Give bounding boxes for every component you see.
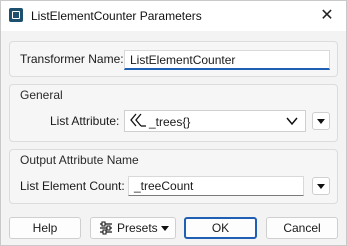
list-element-count-input[interactable]: _treeCount <box>128 176 304 196</box>
parameters-dialog: ListElementCounter Parameters ✕ Transfor… <box>0 0 347 246</box>
list-element-count-label: List Element Count: <box>20 179 125 193</box>
presets-button[interactable]: Presets <box>90 217 176 239</box>
presets-sliders-icon <box>100 221 112 235</box>
list-attribute-icon <box>130 113 146 127</box>
general-group: General List Attribute: _trees{} <box>9 84 338 142</box>
dropdown-arrow-icon <box>317 184 325 189</box>
transformer-name-input[interactable]: ListElementCounter <box>124 50 330 70</box>
list-attribute-dropdown[interactable]: _trees{} <box>124 110 306 132</box>
transformer-name-group: Transformer Name: ListElementCounter <box>9 41 338 77</box>
chevron-down-icon <box>286 117 298 126</box>
title-bar: ListElementCounter Parameters ✕ <box>1 1 346 31</box>
close-icon[interactable]: ✕ <box>316 5 338 27</box>
cancel-button[interactable]: Cancel <box>266 217 338 239</box>
chevron-down-icon <box>161 226 169 231</box>
output-attribute-group: Output Attribute Name List Element Count… <box>9 149 338 204</box>
help-button[interactable]: Help <box>9 217 81 239</box>
general-group-title: General <box>20 88 63 102</box>
list-attribute-options-button[interactable] <box>312 112 330 130</box>
output-group-title: Output Attribute Name <box>20 153 139 167</box>
app-icon <box>9 8 23 22</box>
list-element-count-options-button[interactable] <box>312 177 330 195</box>
list-attribute-label: List Attribute: <box>50 114 120 128</box>
ok-button[interactable]: OK <box>184 217 257 239</box>
presets-label: Presets <box>117 221 158 235</box>
transformer-name-label: Transformer Name: <box>20 52 124 66</box>
window-title: ListElementCounter Parameters <box>31 9 202 23</box>
dropdown-arrow-icon <box>317 119 325 124</box>
list-attribute-value: _trees{} <box>149 115 191 129</box>
